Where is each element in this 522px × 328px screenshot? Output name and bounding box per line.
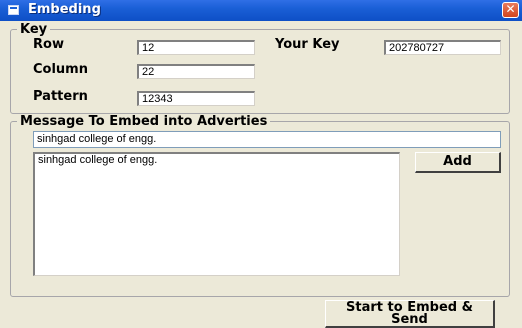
list-item[interactable]: sinhgad college of engg. (38, 154, 399, 167)
message-list[interactable]: sinhgad college of engg. (33, 152, 400, 276)
pattern-field[interactable]: 12343 (137, 91, 255, 106)
window-title: Embeding (28, 2, 101, 17)
add-button[interactable]: Add (415, 152, 501, 173)
column-label: Column (33, 62, 88, 77)
your-key-label: Your Key (275, 37, 340, 52)
start-button-label-line2: Send (391, 312, 428, 327)
pattern-label: Pattern (33, 89, 88, 104)
close-icon: ✕ (505, 2, 516, 16)
embeding-window: Embeding ✕ Key Row 12 Column 22 Pattern … (0, 0, 522, 328)
key-group-legend: Key (20, 22, 48, 37)
row-field[interactable]: 12 (137, 40, 255, 55)
column-field[interactable]: 22 (137, 64, 255, 79)
start-embed-send-button[interactable]: Start to Embed & Send (325, 300, 495, 328)
row-label: Row (33, 37, 64, 52)
message-input[interactable]: sinhgad college of engg. (33, 131, 501, 148)
your-key-field[interactable]: 202780727 (384, 40, 501, 55)
window-icon (8, 5, 19, 15)
close-button[interactable]: ✕ (502, 2, 519, 18)
message-group-legend: Message To Embed into Adverties (20, 114, 268, 129)
title-bar[interactable]: Embeding ✕ (0, 0, 522, 21)
